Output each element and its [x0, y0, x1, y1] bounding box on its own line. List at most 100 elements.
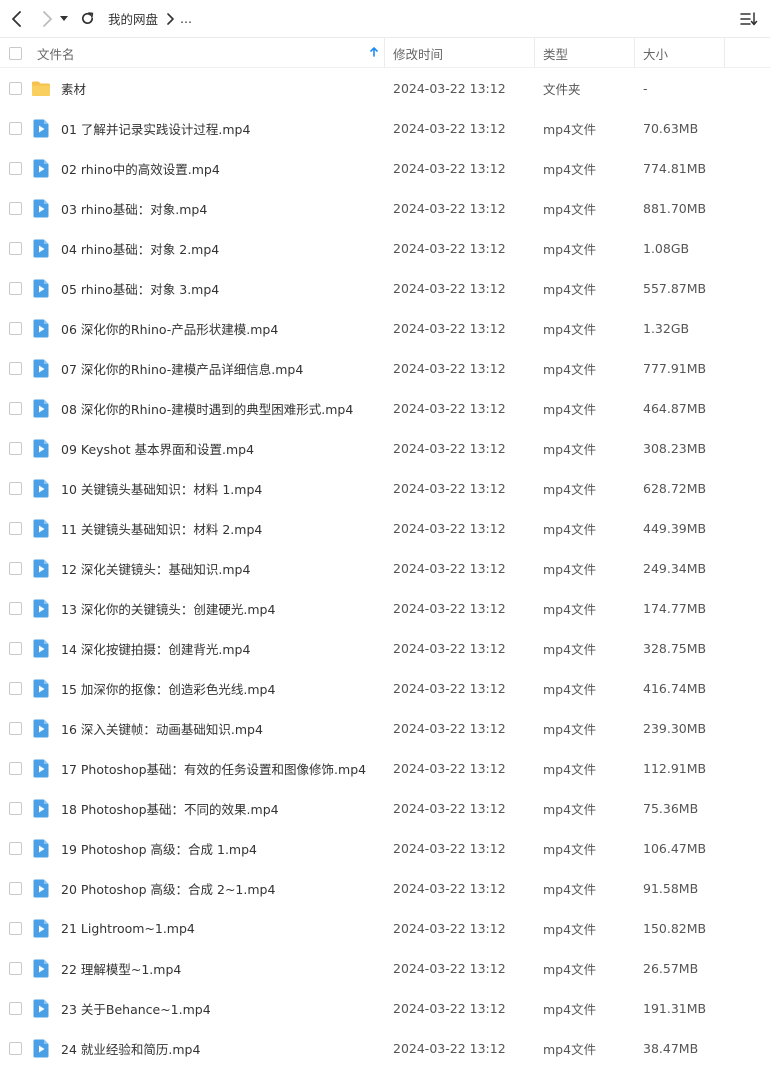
- refresh-button[interactable]: [74, 6, 100, 32]
- sort-options-button[interactable]: [738, 8, 760, 30]
- row-checkbox[interactable]: [8, 321, 22, 335]
- row-checkbox-cell: [0, 948, 30, 988]
- file-modified-time: 2024-03-22 13:12: [393, 720, 506, 736]
- column-name[interactable]: 文件名: [30, 38, 385, 68]
- row-checkbox-cell: [0, 308, 30, 348]
- row-checkbox[interactable]: [8, 721, 22, 735]
- video-file-icon: [30, 228, 52, 268]
- row-checkbox-cell: [0, 108, 30, 148]
- row-checkbox[interactable]: [8, 641, 22, 655]
- file-row[interactable]: 21 Lightroom~1.mp4 2024-03-22 13:12 mp4文件 1…: [0, 908, 770, 948]
- row-checkbox[interactable]: [8, 361, 22, 375]
- row-checkbox[interactable]: [8, 961, 22, 975]
- file-name[interactable]: 23 关于Behance~1.mp4: [61, 988, 381, 1028]
- file-row[interactable]: 11 关键镜头基础知识：材料 2.mp4 2024-03-22 13:12 mp4文…: [0, 508, 770, 548]
- file-name[interactable]: 01 了解并记录实践设计过程.mp4: [61, 108, 381, 148]
- file-type: mp4文件: [543, 1001, 597, 1017]
- file-row[interactable]: 17 Photoshop基础：有效的任务设置和图像修饰.mp4 2024-03-2…: [0, 748, 770, 788]
- row-checkbox[interactable]: [8, 1001, 22, 1015]
- file-row[interactable]: 02 rhino中的高效设置.mp4 2024-03-22 13:12 mp4文件 7…: [0, 148, 770, 188]
- file-row[interactable]: 05 rhino基础：对象 3.mp4 2024-03-22 13:12 mp4文件…: [0, 268, 770, 308]
- row-checkbox-cell: [0, 508, 30, 548]
- file-row[interactable]: 06 深化你的Rhino-产品形状建模.mp4 2024-03-22 13:12 m…: [0, 308, 770, 348]
- file-name[interactable]: 16 深入关键帧：动画基础知识.mp4: [61, 708, 381, 748]
- file-name[interactable]: 19 Photoshop 高级：合成 1.mp4: [61, 828, 381, 868]
- file-row[interactable]: 素材 2024-03-22 13:12 文件夹 -: [0, 68, 770, 108]
- file-type: mp4文件: [543, 401, 597, 417]
- file-name[interactable]: 20 Photoshop 高级：合成 2~1.mp4: [61, 868, 381, 908]
- row-checkbox[interactable]: [8, 801, 22, 815]
- file-row[interactable]: 19 Photoshop 高级：合成 1.mp4 2024-03-22 13:12…: [0, 828, 770, 868]
- file-row[interactable]: 16 深入关键帧：动画基础知识.mp4 2024-03-22 13:12 mp4文件…: [0, 708, 770, 748]
- row-checkbox[interactable]: [8, 921, 22, 935]
- file-row[interactable]: 09 Keyshot 基本界面和设置.mp4 2024-03-22 13:12 mp…: [0, 428, 770, 468]
- file-name[interactable]: 05 rhino基础：对象 3.mp4: [61, 268, 381, 308]
- file-name[interactable]: 06 深化你的Rhino-产品形状建模.mp4: [61, 308, 381, 348]
- select-all-checkbox[interactable]: [8, 46, 22, 60]
- row-checkbox[interactable]: [8, 201, 22, 215]
- file-row[interactable]: 03 rhino基础：对象.mp4 2024-03-22 13:12 mp4文件 88…: [0, 188, 770, 228]
- row-checkbox[interactable]: [8, 761, 22, 775]
- file-name[interactable]: 09 Keyshot 基本界面和设置.mp4: [61, 428, 381, 468]
- row-checkbox[interactable]: [8, 161, 22, 175]
- file-name[interactable]: 18 Photoshop基础：不同的效果.mp4: [61, 788, 381, 828]
- file-row[interactable]: 22 理解模型~1.mp4 2024-03-22 13:12 mp4文件 26.57M…: [0, 948, 770, 988]
- row-checkbox[interactable]: [8, 401, 22, 415]
- row-checkbox[interactable]: [8, 601, 22, 615]
- file-row[interactable]: 14 深化按键拍摄：创建背光.mp4 2024-03-22 13:12 mp4文件 3…: [0, 628, 770, 668]
- file-row[interactable]: 01 了解并记录实践设计过程.mp4 2024-03-22 13:12 mp4文件 7…: [0, 108, 770, 148]
- file-row[interactable]: 07 深化你的Rhino-建模产品详细信息.mp4 2024-03-22 13:1…: [0, 348, 770, 388]
- row-checkbox[interactable]: [8, 121, 22, 135]
- file-row[interactable]: 18 Photoshop基础：不同的效果.mp4 2024-03-22 13:12…: [0, 788, 770, 828]
- row-checkbox[interactable]: [8, 241, 22, 255]
- file-name[interactable]: 02 rhino中的高效设置.mp4: [61, 148, 381, 188]
- file-name[interactable]: 22 理解模型~1.mp4: [61, 948, 381, 988]
- file-size: 1.32GB: [643, 320, 690, 336]
- column-type-label: 类型: [543, 46, 569, 62]
- row-checkbox-cell: [0, 548, 30, 588]
- file-row[interactable]: 15 加深你的抠像：创造彩色光线.mp4 2024-03-22 13:12 mp4文…: [0, 668, 770, 708]
- file-name[interactable]: 15 加深你的抠像：创造彩色光线.mp4: [61, 668, 381, 708]
- file-name[interactable]: 17 Photoshop基础：有效的任务设置和图像修饰.mp4: [61, 748, 381, 788]
- file-row[interactable]: 10 关键镜头基础知识：材料 1.mp4 2024-03-22 13:12 mp4文…: [0, 468, 770, 508]
- back-button[interactable]: [4, 6, 30, 32]
- file-row[interactable]: 20 Photoshop 高级：合成 2~1.mp4 2024-03-22 13:…: [0, 868, 770, 908]
- file-name[interactable]: 10 关键镜头基础知识：材料 1.mp4: [61, 468, 381, 508]
- breadcrumb-more[interactable]: ...: [180, 11, 192, 26]
- row-checkbox[interactable]: [8, 481, 22, 495]
- file-name[interactable]: 13 深化你的关键镜头：创建硬光.mp4: [61, 588, 381, 628]
- file-name[interactable]: 07 深化你的Rhino-建模产品详细信息.mp4: [61, 348, 381, 388]
- file-name[interactable]: 03 rhino基础：对象.mp4: [61, 188, 381, 228]
- row-checkbox[interactable]: [8, 521, 22, 535]
- file-row[interactable]: 04 rhino基础：对象 2.mp4 2024-03-22 13:12 mp4文件…: [0, 228, 770, 268]
- row-checkbox[interactable]: [8, 881, 22, 895]
- file-name[interactable]: 04 rhino基础：对象 2.mp4: [61, 228, 381, 268]
- breadcrumb-root[interactable]: 我的网盘: [108, 9, 158, 28]
- column-time[interactable]: 修改时间: [385, 38, 535, 68]
- column-size[interactable]: 大小: [635, 38, 725, 68]
- history-dropdown-button[interactable]: [56, 6, 72, 32]
- file-name[interactable]: 24 就业经验和简历.mp4: [61, 1028, 381, 1066]
- file-size: 328.75MB: [643, 640, 707, 656]
- file-size: 106.47MB: [643, 840, 707, 856]
- file-name[interactable]: 11 关键镜头基础知识：材料 2.mp4: [61, 508, 381, 548]
- file-name[interactable]: 14 深化按键拍摄：创建背光.mp4: [61, 628, 381, 668]
- file-name[interactable]: 21 Lightroom~1.mp4: [61, 908, 381, 948]
- file-row[interactable]: 12 深化关键镜头：基础知识.mp4 2024-03-22 13:12 mp4文件 2…: [0, 548, 770, 588]
- row-checkbox[interactable]: [8, 441, 22, 455]
- column-size-label: 大小: [643, 46, 669, 62]
- row-checkbox[interactable]: [8, 681, 22, 695]
- file-row[interactable]: 23 关于Behance~1.mp4 2024-03-22 13:12 mp4文件 1…: [0, 988, 770, 1028]
- file-row[interactable]: 13 深化你的关键镜头：创建硬光.mp4 2024-03-22 13:12 mp4文…: [0, 588, 770, 628]
- file-row[interactable]: 24 就业经验和简历.mp4 2024-03-22 13:12 mp4文件 38.47…: [0, 1028, 770, 1066]
- row-checkbox[interactable]: [8, 841, 22, 855]
- row-checkbox[interactable]: [8, 561, 22, 575]
- file-name[interactable]: 素材: [61, 68, 381, 108]
- column-type[interactable]: 类型: [535, 38, 635, 68]
- file-name[interactable]: 08 深化你的Rhino-建模时遇到的典型困难形式.mp4: [61, 388, 381, 428]
- row-checkbox[interactable]: [8, 281, 22, 295]
- row-checkbox[interactable]: [8, 81, 22, 95]
- row-checkbox[interactable]: [8, 1041, 22, 1055]
- file-row[interactable]: 08 深化你的Rhino-建模时遇到的典型困难形式.mp4 2024-03-22 …: [0, 388, 770, 428]
- file-name[interactable]: 12 深化关键镜头：基础知识.mp4: [61, 548, 381, 588]
